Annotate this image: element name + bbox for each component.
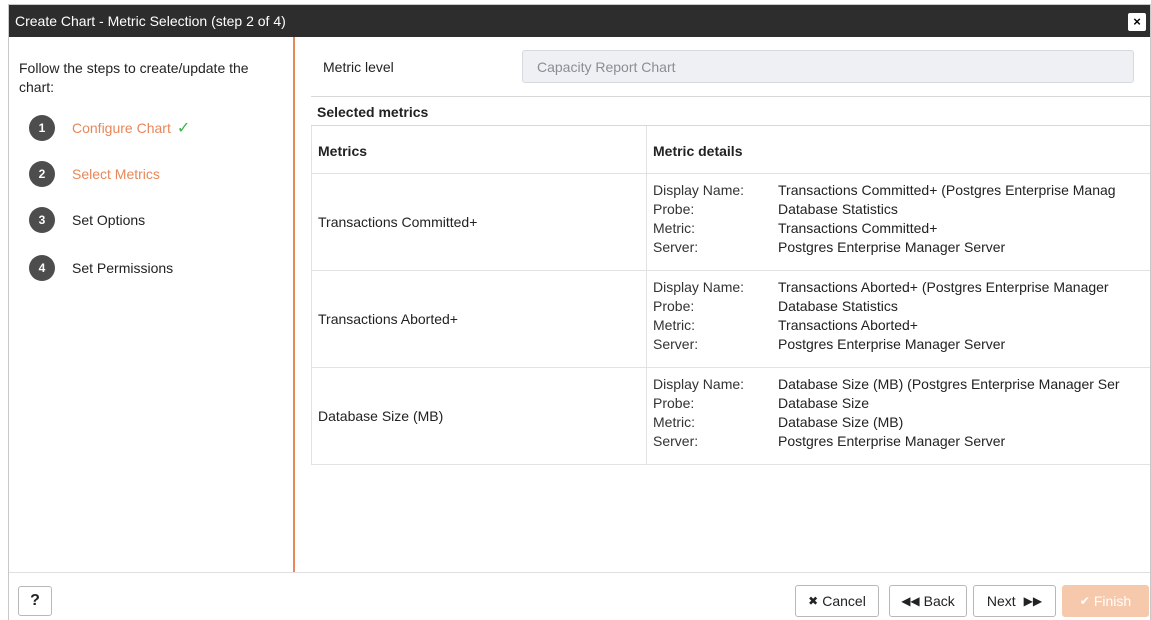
metric-details-cell: Display Name: Transactions Committed+ (Po…	[647, 174, 1116, 270]
next-button[interactable]: Next ▶▶	[973, 585, 1056, 617]
detail-key: Server:	[653, 336, 699, 352]
step-select-metrics[interactable]: 2 Select Metrics	[29, 161, 160, 187]
metric-details-cell: Display Name: Database Size (MB) (Postgre…	[647, 368, 1120, 464]
selected-metrics-table: Metrics Metric details Transactions Comm…	[311, 126, 1150, 465]
next-button-label: Next	[986, 593, 1016, 609]
detail-key: Probe:	[653, 201, 695, 217]
detail-key: Display Name:	[653, 182, 745, 198]
step-number-badge: 4	[29, 255, 55, 281]
step-configure-chart[interactable]: 1 Configure Chart ✓	[29, 115, 190, 141]
detail-key: Metric:	[653, 414, 695, 430]
detail-key: Server:	[653, 433, 699, 449]
metric-selection-panel: Metric level Capacity Report Chart Selec…	[297, 37, 1150, 572]
detail-value: Transactions Committed+ (Postgres Enterp…	[778, 182, 1116, 198]
checkmark-icon: ✓	[176, 120, 191, 137]
table-header-row: Metrics Metric details	[312, 126, 1150, 174]
metric-details-cell: Display Name: Transactions Aborted+ (Post…	[647, 271, 1109, 367]
step-set-options[interactable]: 3 Set Options	[29, 207, 145, 233]
detail-key: Probe:	[653, 298, 695, 314]
table-row[interactable]: Transactions Aborted+ Display Name: Trans…	[312, 271, 1150, 368]
wizard-steps-sidebar: Follow the steps to create/update the ch…	[9, 37, 295, 572]
cancel-button-label: Cancel	[822, 593, 866, 609]
metric-name-cell: Transactions Aborted+	[312, 271, 647, 367]
metric-level-field[interactable]: Capacity Report Chart	[522, 50, 1134, 83]
detail-key: Metric:	[653, 220, 695, 236]
step-label: Configure Chart	[72, 120, 171, 136]
create-chart-dialog: Create Chart - Metric Selection (step 2 …	[8, 4, 1151, 620]
dialog-footer: ? ✖ Cancel ◀◀ Back Next ▶▶ ✔ Finish	[9, 572, 1150, 620]
detail-value: Transactions Aborted+ (Postgres Enterpri…	[778, 279, 1109, 295]
detail-value: Postgres Enterprise Manager Server	[778, 433, 1006, 449]
back-button[interactable]: ◀◀ Back	[889, 585, 967, 617]
detail-value: Database Size	[778, 395, 870, 411]
selected-metrics-header: Selected metrics	[311, 96, 1150, 126]
detail-value: Transactions Aborted+	[778, 317, 918, 333]
detail-key: Metric:	[653, 317, 695, 333]
metric-name-cell: Transactions Committed+	[312, 174, 647, 270]
detail-value: Database Statistics	[778, 298, 898, 314]
step-label: Select Metrics	[72, 166, 160, 182]
back-button-label: Back	[923, 593, 955, 609]
step-label: Set Permissions	[72, 260, 174, 276]
step-label: Set Options	[72, 212, 146, 228]
column-header-metric-details[interactable]: Metric details	[647, 126, 748, 173]
dialog-titlebar: Create Chart - Metric Selection (step 2 …	[9, 5, 1150, 37]
detail-value: Database Size (MB) (Postgres Enterprise …	[778, 376, 1120, 392]
detail-value: Postgres Enterprise Manager Server	[778, 239, 1006, 255]
detail-key: Server:	[653, 239, 699, 255]
double-left-arrow-icon: ◀◀	[901, 594, 920, 608]
table-row[interactable]: Transactions Committed+ Display Name: Tra…	[312, 174, 1150, 271]
metric-name-cell: Database Size (MB)	[312, 368, 647, 464]
steps-intro-text: Follow the steps to create/update the ch…	[19, 60, 249, 95]
table-row[interactable]: Database Size (MB) Display Name: Database…	[312, 368, 1150, 465]
finish-button-label: Finish	[1093, 593, 1132, 609]
step-set-permissions[interactable]: 4 Set Permissions	[29, 255, 173, 281]
help-button[interactable]: ?	[18, 586, 52, 616]
step-number-badge: 3	[29, 207, 55, 233]
finish-button[interactable]: ✔ Finish	[1062, 585, 1149, 617]
detail-key: Probe:	[653, 395, 695, 411]
step-number-badge: 2	[29, 161, 55, 187]
close-icon[interactable]: ×	[1128, 13, 1146, 31]
detail-key: Display Name:	[653, 279, 745, 295]
cancel-button[interactable]: ✖ Cancel	[795, 585, 879, 617]
double-right-arrow-icon: ▶▶	[1023, 594, 1043, 608]
column-header-metrics[interactable]: Metrics	[312, 126, 647, 173]
detail-value: Database Size (MB)	[778, 414, 904, 430]
detail-key: Display Name:	[653, 376, 745, 392]
close-icon: ✖	[808, 594, 819, 608]
checkmark-icon: ✔	[1079, 594, 1090, 608]
detail-value: Transactions Committed+	[778, 220, 938, 236]
detail-value: Postgres Enterprise Manager Server	[778, 336, 1006, 352]
step-number-badge: 1	[29, 115, 55, 141]
dialog-title: Create Chart - Metric Selection (step 2 …	[15, 13, 286, 29]
detail-value: Database Statistics	[778, 201, 898, 217]
metric-level-label: Metric level	[323, 59, 394, 75]
